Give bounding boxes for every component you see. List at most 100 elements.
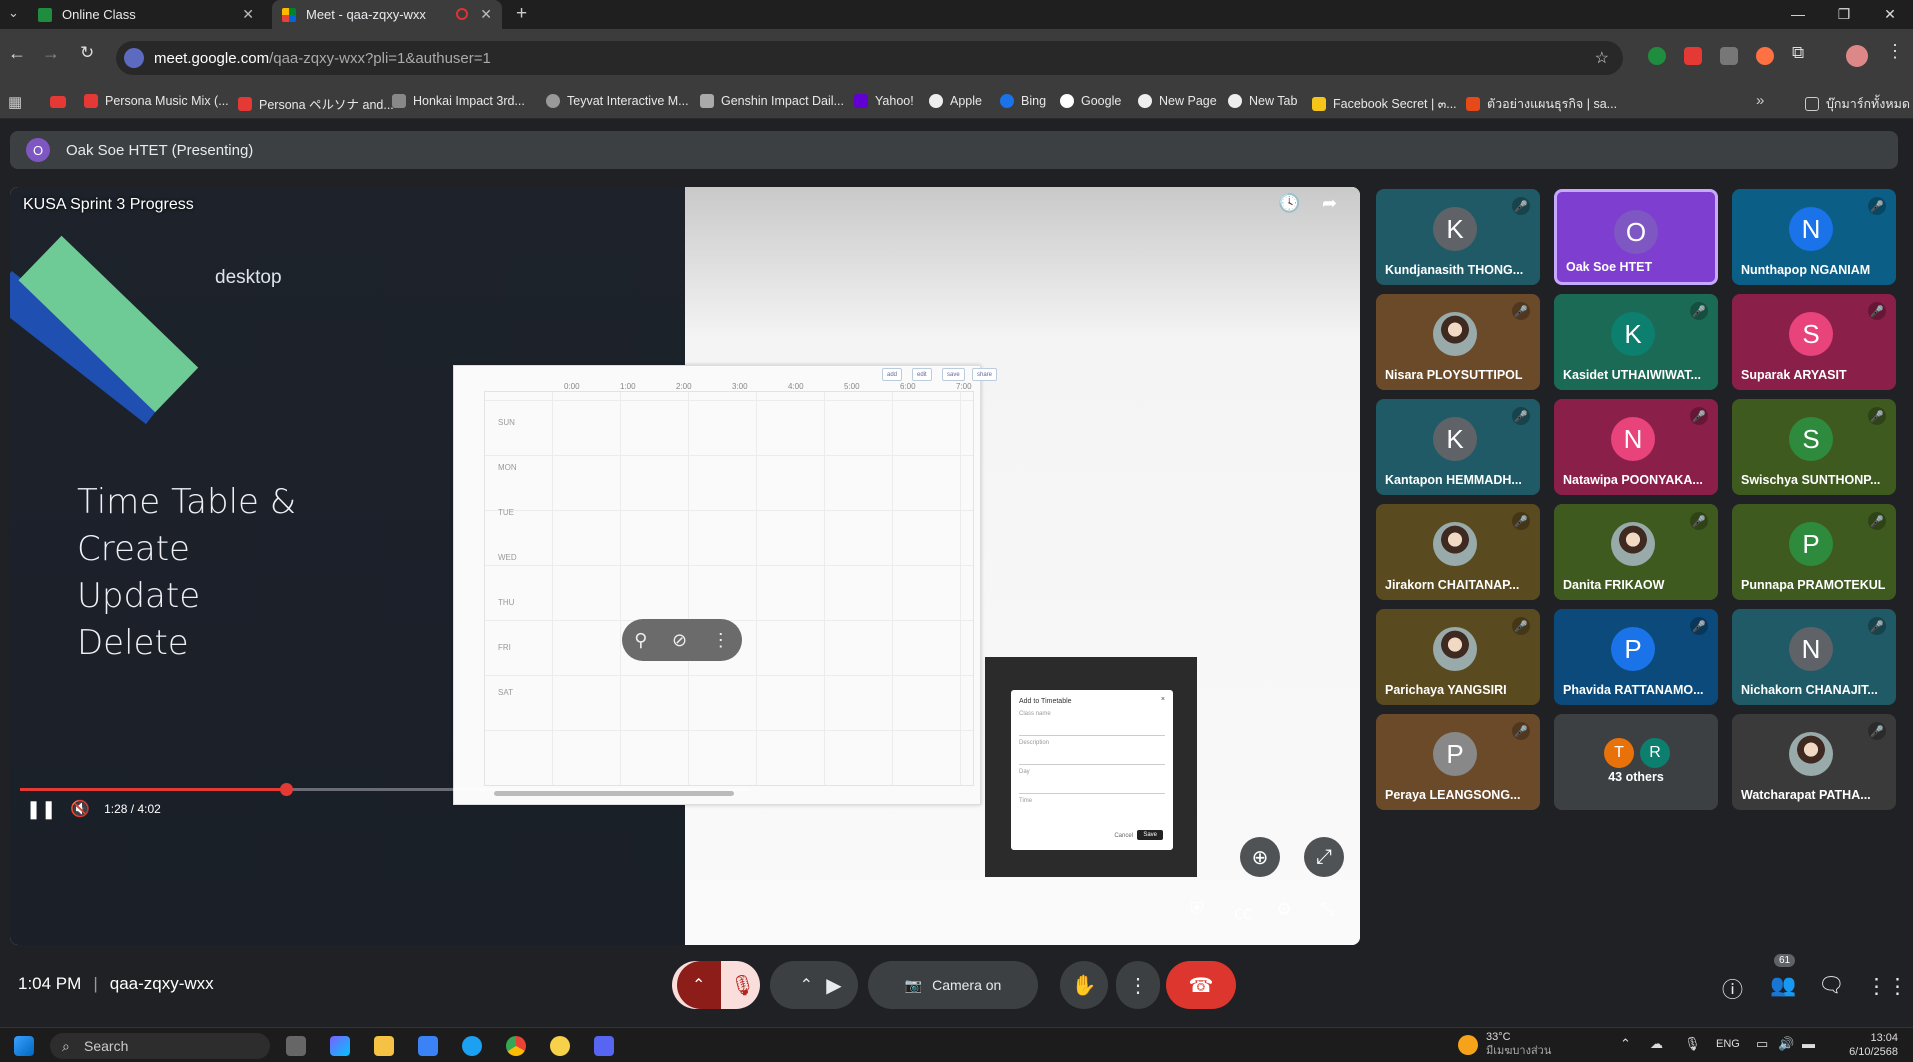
youtube-icon[interactable]: [50, 96, 66, 108]
participant-tile[interactable]: P Punnapa PRAMOTEKUL 🎤: [1732, 504, 1896, 600]
bookmark-item[interactable]: Genshin Impact Dail...: [700, 94, 844, 108]
participant-tile[interactable]: K Kantapon HEMMADH... 🎤: [1376, 399, 1540, 495]
participant-tile[interactable]: K Kundjanasith THONG... 🎤: [1376, 189, 1540, 285]
more-bookmarks-chevron-icon[interactable]: »: [1756, 92, 1764, 109]
address-bar[interactable]: meet.google.com/qaa-zqxy-wxx?pli=1&authu…: [116, 41, 1623, 75]
participant-tile[interactable]: S Swischya SUNTHONP... 🎤: [1732, 399, 1896, 495]
camera-control[interactable]: ⌃ ▶: [770, 961, 858, 1009]
settings-gear-icon[interactable]: ⚙: [1276, 899, 1292, 920]
tp-extension-icon[interactable]: [1684, 47, 1702, 65]
input-language[interactable]: ENG: [1716, 1038, 1740, 1050]
tray-chevron-icon[interactable]: ⌃: [1620, 1036, 1631, 1052]
chrome-icon[interactable]: [506, 1036, 526, 1056]
video-options-chevron-icon[interactable]: ⌃: [786, 975, 826, 995]
bookmark-item[interactable]: New Page: [1138, 94, 1217, 108]
bookmark-item[interactable]: Bing: [1000, 94, 1046, 108]
raise-hand-button[interactable]: ✋: [1060, 961, 1108, 1009]
weather-icon[interactable]: [1458, 1035, 1478, 1055]
menu-kebab-icon[interactable]: ⋮: [1886, 41, 1904, 62]
exit-fullscreen-icon[interactable]: ⤡: [1320, 899, 1334, 920]
participant-tile[interactable]: Nisara PLOYSUTTIPOL 🎤: [1376, 294, 1540, 390]
restore-icon[interactable]: ❐: [1821, 0, 1867, 29]
participant-tile[interactable]: K Kasidet UTHAIWIWAT... 🎤: [1554, 294, 1718, 390]
leave-call-button[interactable]: ☎: [1166, 961, 1236, 1009]
grammarly-extension-icon[interactable]: [1648, 47, 1666, 65]
activities-grid-icon[interactable]: ⋮⋮: [1866, 974, 1908, 999]
bookmark-item[interactable]: ตัวอย่างแผนธุรกิจ | sa...: [1466, 94, 1617, 114]
app-icon[interactable]: [550, 1036, 570, 1056]
bookmark-item[interactable]: Persona ペルソナ and...: [238, 94, 394, 113]
onedrive-icon[interactable]: ☁: [1650, 1036, 1663, 1052]
participant-tile[interactable]: O Oak Soe HTET: [1554, 189, 1718, 285]
chat-icon[interactable]: 🗨: [1818, 974, 1845, 998]
bookmark-item[interactable]: Yahoo!: [854, 94, 914, 108]
edge-icon[interactable]: [462, 1036, 482, 1056]
apps-grid-icon[interactable]: ▦: [8, 93, 22, 111]
unpin-icon[interactable]: ⚲: [634, 630, 647, 651]
mute-tile-icon[interactable]: ⊘: [672, 630, 687, 651]
all-bookmarks-folder[interactable]: บุ๊กมาร์กทั้งหมด: [1805, 94, 1910, 114]
extension-icon[interactable]: [1720, 47, 1738, 65]
participant-tile[interactable]: Parichaya YANGSIRI 🎤: [1376, 609, 1540, 705]
participant-tile[interactable]: P Peraya LEANGSONG... 🎤: [1376, 714, 1540, 810]
video-progress-bar[interactable]: [20, 783, 750, 796]
weather-widget[interactable]: 33°C มีเมฆบางส่วน: [1486, 1030, 1551, 1058]
participant-tile[interactable]: S Suparak ARYASIT 🎤: [1732, 294, 1896, 390]
mic-off-icon[interactable]: 🎙: [730, 973, 755, 998]
site-info-icon[interactable]: [124, 48, 144, 68]
pause-icon[interactable]: ❚❚: [26, 799, 56, 820]
participant-tile[interactable]: N Nunthapop NGANIAM 🎤: [1732, 189, 1896, 285]
discord-icon[interactable]: [594, 1036, 614, 1056]
back-icon[interactable]: ←: [8, 43, 26, 64]
battery-icon[interactable]: ▬: [1802, 1036, 1815, 1051]
microphone-control[interactable]: ⌃ 🎙: [672, 961, 760, 1009]
file-explorer-icon[interactable]: [374, 1036, 394, 1056]
bookmark-star-icon[interactable]: ☆: [1595, 48, 1609, 68]
camera-tooltip[interactable]: 📷 Camera on: [868, 961, 1038, 1009]
share-icon[interactable]: ➦: [1322, 193, 1337, 214]
meeting-details-icon[interactable]: ⓘ: [1722, 974, 1743, 1004]
reload-icon[interactable]: ↻: [80, 43, 94, 63]
zoom-icon[interactable]: ⊕: [1240, 837, 1280, 877]
bookmark-item[interactable]: Persona Music Mix (...: [84, 94, 229, 108]
participant-tile[interactable]: P Phavida RATTANAMO... 🎤: [1554, 609, 1718, 705]
bookmark-item[interactable]: New Tab: [1228, 94, 1297, 108]
more-options-button[interactable]: ⋮: [1116, 961, 1160, 1009]
close-icon[interactable]: ✕: [480, 6, 492, 23]
participant-tile[interactable]: Jirakorn CHAITANAP... 🎤: [1376, 504, 1540, 600]
task-view-icon[interactable]: [286, 1036, 306, 1056]
bookmark-item[interactable]: Apple: [929, 94, 982, 108]
close-icon[interactable]: ✕: [242, 6, 254, 23]
bookmark-item[interactable]: Teyvat Interactive M...: [546, 94, 689, 108]
tab-online-class[interactable]: Online Class ✕: [28, 0, 264, 29]
tile-hover-controls[interactable]: ⚲ ⊘ ⋮: [622, 619, 742, 661]
participant-tile[interactable]: Danita FRIKAOW 🎤: [1554, 504, 1718, 600]
participant-tile[interactable]: N Natawipa POONYAKA... 🎤: [1554, 399, 1718, 495]
bookmark-item[interactable]: Google: [1060, 94, 1121, 108]
microphone-icon[interactable]: 🎙: [1684, 1036, 1701, 1052]
extensions-puzzle-icon[interactable]: ⧉: [1792, 43, 1804, 63]
tab-search-chevron-icon[interactable]: ⌄: [8, 5, 19, 21]
shield-icon[interactable]: ⛨: [1190, 899, 1204, 920]
audio-options-chevron-icon[interactable]: ⌃: [676, 961, 721, 1009]
captions-icon[interactable]: ㏄: [1234, 899, 1252, 925]
bookmark-item[interactable]: Honkai Impact 3rd...: [392, 94, 525, 108]
taskbar-clock[interactable]: 13:04 6/10/2568: [1838, 1031, 1898, 1059]
taskbar-search[interactable]: ⌕ Search: [50, 1033, 270, 1059]
participant-tile[interactable]: T R 43 others: [1554, 714, 1718, 810]
muted-speaker-icon[interactable]: 🔇: [70, 799, 90, 819]
volume-icon[interactable]: 🔊: [1778, 1036, 1794, 1052]
tab-meet[interactable]: Meet - qaa-zqxy-wxx ✕: [272, 0, 502, 29]
network-icon[interactable]: ▭: [1756, 1036, 1768, 1052]
windows-start-icon[interactable]: [14, 1036, 34, 1056]
forward-icon[interactable]: →: [42, 43, 60, 64]
bookmark-item[interactable]: Facebook Secret | ๓...: [1312, 94, 1457, 114]
participant-tile[interactable]: N Nichakorn CHANAJIT... 🎤: [1732, 609, 1896, 705]
watch-later-icon[interactable]: 🕓: [1278, 193, 1300, 214]
people-icon[interactable]: 👥: [1770, 974, 1796, 998]
profile-avatar[interactable]: [1846, 45, 1868, 67]
more-options-icon[interactable]: ⋮: [712, 630, 730, 651]
minimize-icon[interactable]: —: [1775, 0, 1821, 29]
copilot-icon[interactable]: [330, 1036, 350, 1056]
store-icon[interactable]: [418, 1036, 438, 1056]
